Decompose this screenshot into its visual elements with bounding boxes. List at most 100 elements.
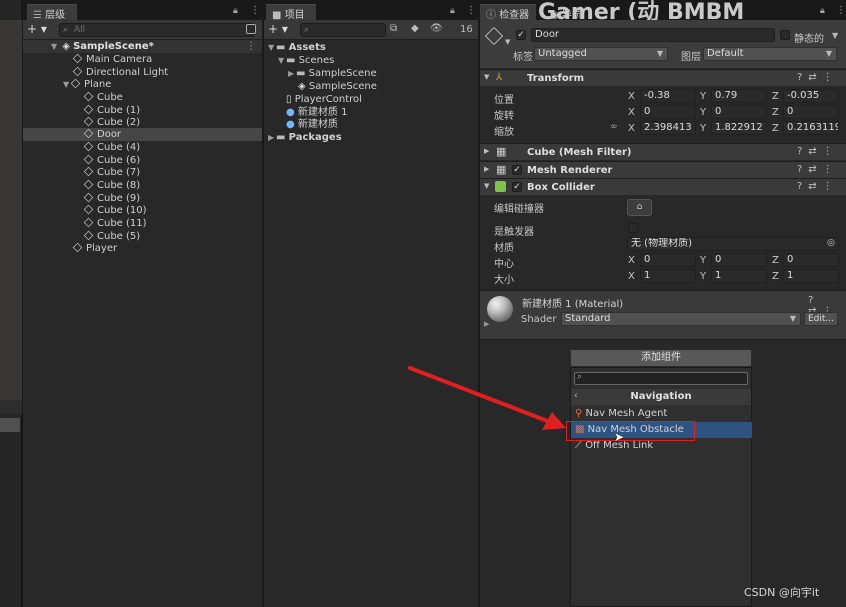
hierarchy-lock-icon[interactable]: 🔒︎ — [233, 6, 238, 16]
box-collider-header[interactable]: ▼ ✓ Box Collider ?⇄⋮ — [480, 178, 846, 195]
component-search-input[interactable]: ⌕ — [574, 372, 748, 385]
hierarchy-item-selected[interactable]: Door — [23, 128, 262, 141]
add-component-button[interactable]: 添加组件 — [570, 349, 752, 367]
position-y-field[interactable]: 0.79 — [711, 89, 767, 103]
component-header-icons[interactable]: ?⇄⋮ — [797, 72, 839, 83]
inspector-menu-icon[interactable]: ⋮ — [836, 5, 846, 16]
project-search-input[interactable]: ⌕ — [300, 23, 386, 37]
hierarchy-search-options-icon[interactable] — [246, 24, 256, 34]
fold-arrow-icon[interactable]: ▶ — [288, 67, 296, 80]
static-dropdown-icon[interactable]: ▼ — [832, 31, 838, 40]
fold-arrow-icon[interactable]: ▼ — [484, 182, 489, 190]
item-label: Cube (5) — [97, 231, 141, 242]
scale-y-field[interactable]: 1.822912 — [711, 121, 767, 135]
mesh-filter-header[interactable]: ▶ ▦ Cube (Mesh Filter) ?⇄⋮ — [480, 143, 846, 160]
hierarchy-item[interactable]: Cube (10) — [83, 204, 147, 217]
tab-project[interactable]: ■ 项目 — [266, 4, 316, 21]
rotation-z-field[interactable]: 0 — [783, 105, 839, 119]
layer-dropdown[interactable]: Default ▼ — [703, 47, 837, 61]
fold-arrow-icon[interactable]: ▼ — [484, 73, 489, 81]
hidden-packages-icon[interactable]: 👁︎ — [430, 23, 443, 34]
project-item-samplescene-folder[interactable]: ▶ ▬ SampleScene — [288, 67, 377, 80]
static-checkbox[interactable] — [780, 30, 790, 40]
project-item-material[interactable]: ● 新建材质 — [286, 118, 338, 131]
project-lock-icon[interactable]: 🔒︎ — [450, 6, 455, 16]
hierarchy-item[interactable]: Cube (11) — [83, 217, 147, 230]
center-z-field[interactable]: 0 — [783, 253, 839, 267]
hierarchy-item[interactable]: Cube (4) — [83, 141, 140, 154]
project-item-packages[interactable]: ▶ ▬ Packages — [268, 131, 342, 144]
shader-dropdown[interactable]: Standard ▼ — [561, 312, 801, 326]
hierarchy-item[interactable]: Main Camera — [72, 53, 152, 66]
tab-navigation[interactable]: ◉ 导航 — [550, 6, 582, 21]
scene-row[interactable]: ▼ ◈ SampleScene* ⋮ — [23, 40, 262, 53]
hierarchy-panel: + ▾ ⌕ All ▼ ◈ SampleScene* ⋮ Main Camera… — [23, 20, 262, 607]
project-menu-icon[interactable]: ⋮ — [466, 5, 476, 16]
fold-arrow-icon[interactable]: ▶ — [484, 147, 489, 155]
hierarchy-item[interactable]: ▼ Plane — [63, 78, 111, 91]
layer-fold-icon[interactable]: ▼ — [505, 38, 510, 46]
scene-view-sliver[interactable] — [0, 0, 22, 607]
center-y-field[interactable]: 0 — [711, 253, 767, 267]
object-name-field[interactable]: Door — [531, 28, 775, 42]
inspector-lock-icon[interactable]: 🔒︎ — [820, 6, 825, 16]
active-checkbox[interactable]: ✓ — [516, 30, 526, 40]
hierarchy-menu-icon[interactable]: ⋮ — [250, 5, 260, 16]
fold-arrow-icon[interactable]: ▶ — [268, 131, 276, 144]
constrain-proportions-icon[interactable]: ∞ — [610, 122, 618, 132]
is-trigger-checkbox[interactable] — [628, 223, 638, 233]
axis-y-label: Y — [700, 271, 707, 282]
size-x-field[interactable]: 1 — [640, 269, 696, 283]
tag-dropdown[interactable]: Untagged ▼ — [534, 47, 668, 61]
rotation-x-field[interactable]: 0 — [640, 105, 696, 119]
scale-x-field[interactable]: 2.398413 — [640, 121, 696, 135]
shader-label: Shader — [521, 314, 557, 325]
box-collider-enabled-checkbox[interactable]: ✓ — [512, 182, 522, 192]
edit-collider-button[interactable]: ⌂ — [627, 199, 652, 216]
project-item-samplescene[interactable]: ◈ SampleScene — [298, 80, 377, 93]
tab-hierarchy[interactable]: ☰ 层级 — [27, 4, 77, 21]
project-item-scenes[interactable]: ▼ ▬ Scenes — [278, 54, 334, 67]
hierarchy-item[interactable]: Cube — [83, 91, 123, 104]
component-header-icons[interactable]: ?⇄⋮ — [797, 181, 839, 192]
fold-arrow-icon[interactable]: ▼ — [268, 41, 276, 54]
hierarchy-item[interactable]: Player — [72, 242, 117, 255]
center-x-field[interactable]: 0 — [640, 253, 696, 267]
gameobject-icon — [83, 91, 94, 102]
mesh-renderer-enabled-checkbox[interactable]: ✓ — [512, 165, 522, 175]
project-create-button[interactable]: + ▾ — [268, 22, 288, 36]
scene-menu-icon[interactable]: ⋮ — [246, 40, 256, 53]
object-picker-icon[interactable]: ◎ — [827, 238, 835, 248]
component-header-icons[interactable]: ?⇄⋮ — [797, 146, 839, 157]
edit-shader-button[interactable]: Edit... — [804, 312, 838, 326]
fold-arrow-icon[interactable]: ▼ — [63, 78, 71, 91]
create-button[interactable]: + ▾ — [27, 22, 47, 36]
hierarchy-search-input[interactable]: ⌕ All — [59, 23, 255, 37]
fold-arrow-icon[interactable]: ▼ — [51, 40, 59, 53]
hierarchy-item[interactable]: Cube (8) — [83, 179, 140, 192]
axis-x-label: X — [628, 123, 635, 134]
transform-header[interactable]: ▼ ⅄ Transform ?⇄⋮ — [480, 69, 846, 86]
physic-material-field[interactable]: 无 (物理材质) — [627, 237, 839, 251]
search-by-type-icon[interactable]: ⧉ — [390, 23, 397, 34]
material-icon: ● — [286, 107, 298, 118]
fold-arrow-icon[interactable]: ▶ — [484, 165, 489, 173]
component-header-icons[interactable]: ?⇄⋮ — [797, 164, 839, 175]
hierarchy-item[interactable]: Cube (7) — [83, 166, 140, 179]
scale-z-field[interactable]: 0.2163119 — [783, 121, 839, 135]
search-by-label-icon[interactable]: ◆ — [411, 23, 419, 34]
size-z-field[interactable]: 1 — [783, 269, 839, 283]
position-z-field[interactable]: -0.035 — [783, 89, 839, 103]
fold-arrow-icon[interactable]: ▼ — [278, 54, 286, 67]
project-item-script[interactable]: ▯ PlayerControl — [286, 93, 362, 106]
rotation-y-field[interactable]: 0 — [711, 105, 767, 119]
mesh-renderer-header[interactable]: ▶ ▦ ✓ Mesh Renderer ?⇄⋮ — [480, 161, 846, 178]
project-item-assets[interactable]: ▼ ▬ Assets — [268, 41, 326, 54]
size-y-field[interactable]: 1 — [711, 269, 767, 283]
nav-mesh-agent-item[interactable]: ⚲ Nav Mesh Agent — [571, 406, 752, 422]
gameobject-icon — [72, 66, 83, 77]
fold-arrow-icon[interactable]: ▶ — [484, 320, 489, 328]
position-x-field[interactable]: -0.38 — [640, 89, 696, 103]
category-header[interactable]: ‹ Navigation — [571, 389, 751, 405]
tab-inspector[interactable]: ⓘ 检查器 — [480, 4, 536, 21]
